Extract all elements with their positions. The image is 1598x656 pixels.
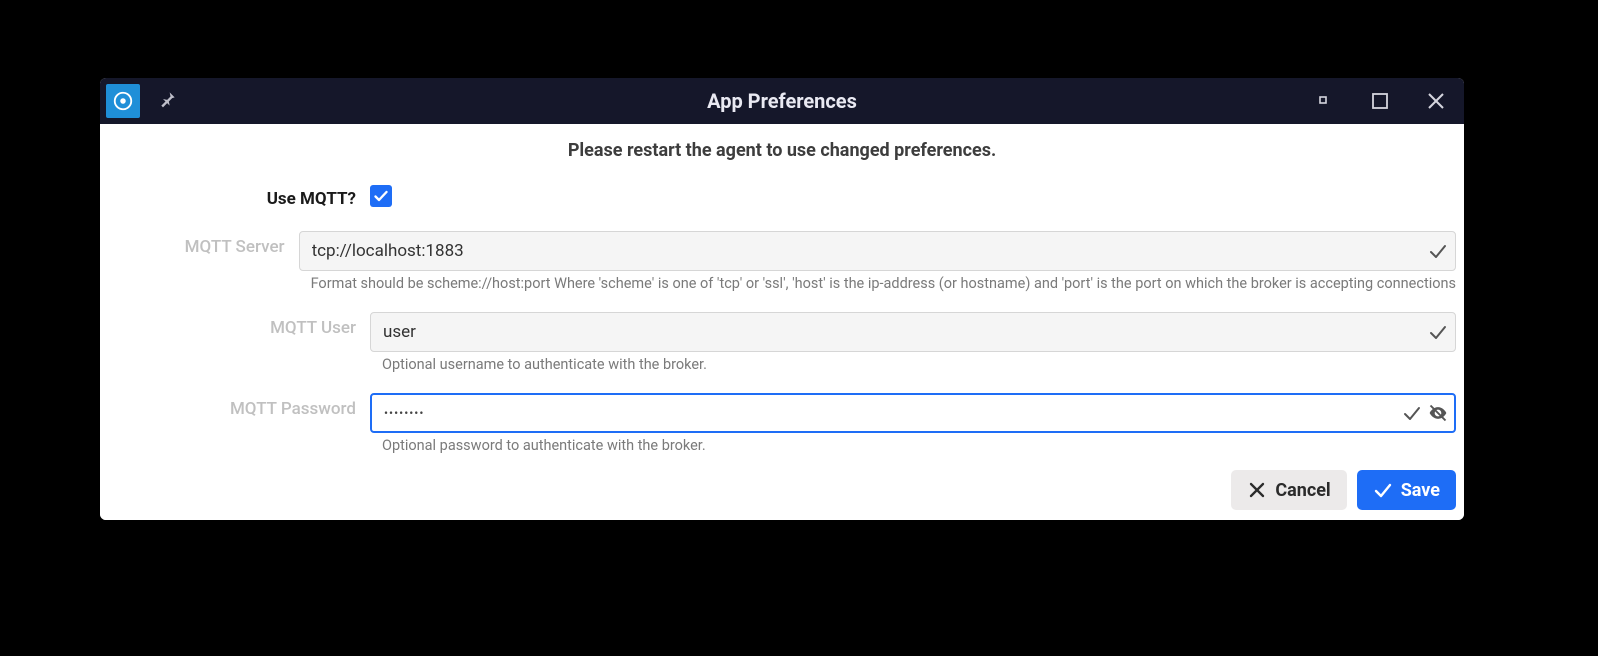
- close-icon: [1247, 480, 1267, 500]
- mqtt-user-helper: Optional username to authenticate with t…: [370, 356, 1456, 373]
- window-close-icon[interactable]: [1408, 78, 1464, 124]
- app-icon: [106, 84, 140, 118]
- mqtt-user-row: MQTT User Optional username to authen: [100, 312, 1464, 387]
- dialog-footer: Cancel Save: [1231, 470, 1456, 510]
- cancel-button[interactable]: Cancel: [1231, 470, 1346, 510]
- cancel-button-label: Cancel: [1275, 480, 1330, 501]
- mqtt-password-label: MQTT Password: [100, 393, 370, 419]
- checkmark-icon: [1428, 241, 1448, 261]
- mqtt-server-helper: Format should be scheme://host:port Wher…: [299, 275, 1456, 292]
- pin-icon[interactable]: [158, 89, 178, 113]
- window-title: App Preferences: [100, 89, 1464, 113]
- window-maximize-icon[interactable]: [1352, 78, 1408, 124]
- mqtt-password-row: MQTT Password: [100, 393, 1464, 468]
- mqtt-server-input[interactable]: [299, 231, 1456, 271]
- mqtt-user-label: MQTT User: [100, 312, 370, 338]
- checkmark-icon: [1402, 403, 1422, 423]
- window-minimize-icon[interactable]: [1296, 78, 1352, 124]
- titlebar: App Preferences: [100, 78, 1464, 124]
- content-area: Please restart the agent to use changed …: [100, 124, 1464, 520]
- toggle-password-visibility-icon[interactable]: [1428, 403, 1448, 423]
- mqtt-user-input[interactable]: [370, 312, 1456, 352]
- preferences-form: Use MQTT? MQTT Server: [100, 183, 1464, 468]
- mqtt-server-label: MQTT Server: [100, 231, 299, 257]
- save-button-label: Save: [1401, 480, 1440, 501]
- mqtt-password-input[interactable]: [370, 393, 1456, 433]
- use-mqtt-checkbox[interactable]: [370, 185, 392, 207]
- mqtt-server-row: MQTT Server Format should be scheme:/: [100, 231, 1464, 306]
- use-mqtt-row: Use MQTT?: [100, 183, 1464, 209]
- preferences-window: App Preferences Please restart the agen: [100, 78, 1464, 520]
- checkmark-icon: [1373, 480, 1393, 500]
- save-button[interactable]: Save: [1357, 470, 1456, 510]
- checkmark-icon: [1428, 322, 1448, 342]
- restart-notice: Please restart the agent to use changed …: [100, 140, 1464, 161]
- use-mqtt-label: Use MQTT?: [100, 183, 370, 209]
- mqtt-password-helper: Optional password to authenticate with t…: [370, 437, 1456, 454]
